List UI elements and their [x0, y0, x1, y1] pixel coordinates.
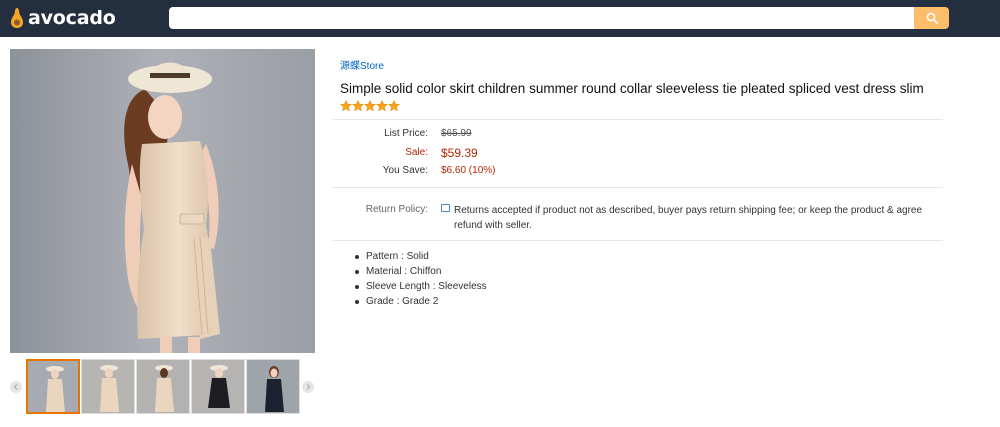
attribute-item: Grade : Grade 2 [355, 294, 487, 309]
list-price-value: $65.99 [441, 128, 472, 139]
chevron-right-icon [306, 384, 311, 390]
attribute-item: Pattern : Solid [355, 249, 487, 264]
thumb-prev-button[interactable] [10, 381, 22, 393]
you-save-value: $6.60 (10%) [441, 165, 496, 176]
rating-stars[interactable] [340, 100, 400, 112]
search-icon [926, 12, 938, 24]
star-icon [376, 100, 388, 112]
star-icon [388, 100, 400, 112]
avocado-icon [11, 8, 23, 28]
thumbnail-image [137, 360, 189, 413]
return-policy-text: Returns accepted if product not as descr… [454, 205, 923, 231]
list-price-label: List Price: [384, 128, 428, 139]
search-input[interactable] [169, 7, 915, 29]
thumbnail-1[interactable] [26, 359, 80, 414]
search-button[interactable] [914, 7, 949, 29]
thumbnail-2[interactable] [81, 359, 135, 414]
thumbnail-4[interactable] [191, 359, 245, 414]
product-title: Simple solid color skirt children summer… [340, 81, 924, 96]
logo[interactable]: avocado [10, 6, 116, 30]
thumbnail-image [82, 360, 134, 413]
thumbnail-3[interactable] [136, 359, 190, 414]
divider [333, 240, 943, 241]
sale-price-value: $59.39 [441, 146, 478, 160]
store-link[interactable]: 源蝶Store [340, 57, 384, 72]
product-photo [10, 49, 315, 353]
sale-label: Sale: [405, 147, 428, 158]
thumb-next-button[interactable] [302, 381, 314, 393]
star-icon [352, 100, 364, 112]
attribute-item: Sleeve Length : Sleeveless [355, 279, 487, 294]
policy-icon [441, 204, 450, 212]
thumbnail-image [247, 360, 299, 413]
you-save-label: You Save: [382, 165, 428, 176]
divider [333, 119, 943, 120]
thumbnail-5[interactable] [246, 359, 300, 414]
logo-text: avocado [28, 7, 116, 29]
thumbnail-image [192, 360, 244, 413]
star-icon [364, 100, 376, 112]
attribute-list: Pattern : Solid Material : Chiffon Sleev… [355, 249, 487, 309]
star-icon [340, 100, 352, 112]
divider [333, 187, 943, 188]
attribute-item: Material : Chiffon [355, 264, 487, 279]
top-header: avocado [0, 0, 1000, 37]
return-policy-label: Return Policy: [365, 204, 428, 215]
thumbnail-image [28, 361, 78, 412]
main-product-image[interactable] [10, 49, 315, 353]
chevron-left-icon [13, 384, 18, 390]
thumbnail-strip [10, 359, 315, 415]
